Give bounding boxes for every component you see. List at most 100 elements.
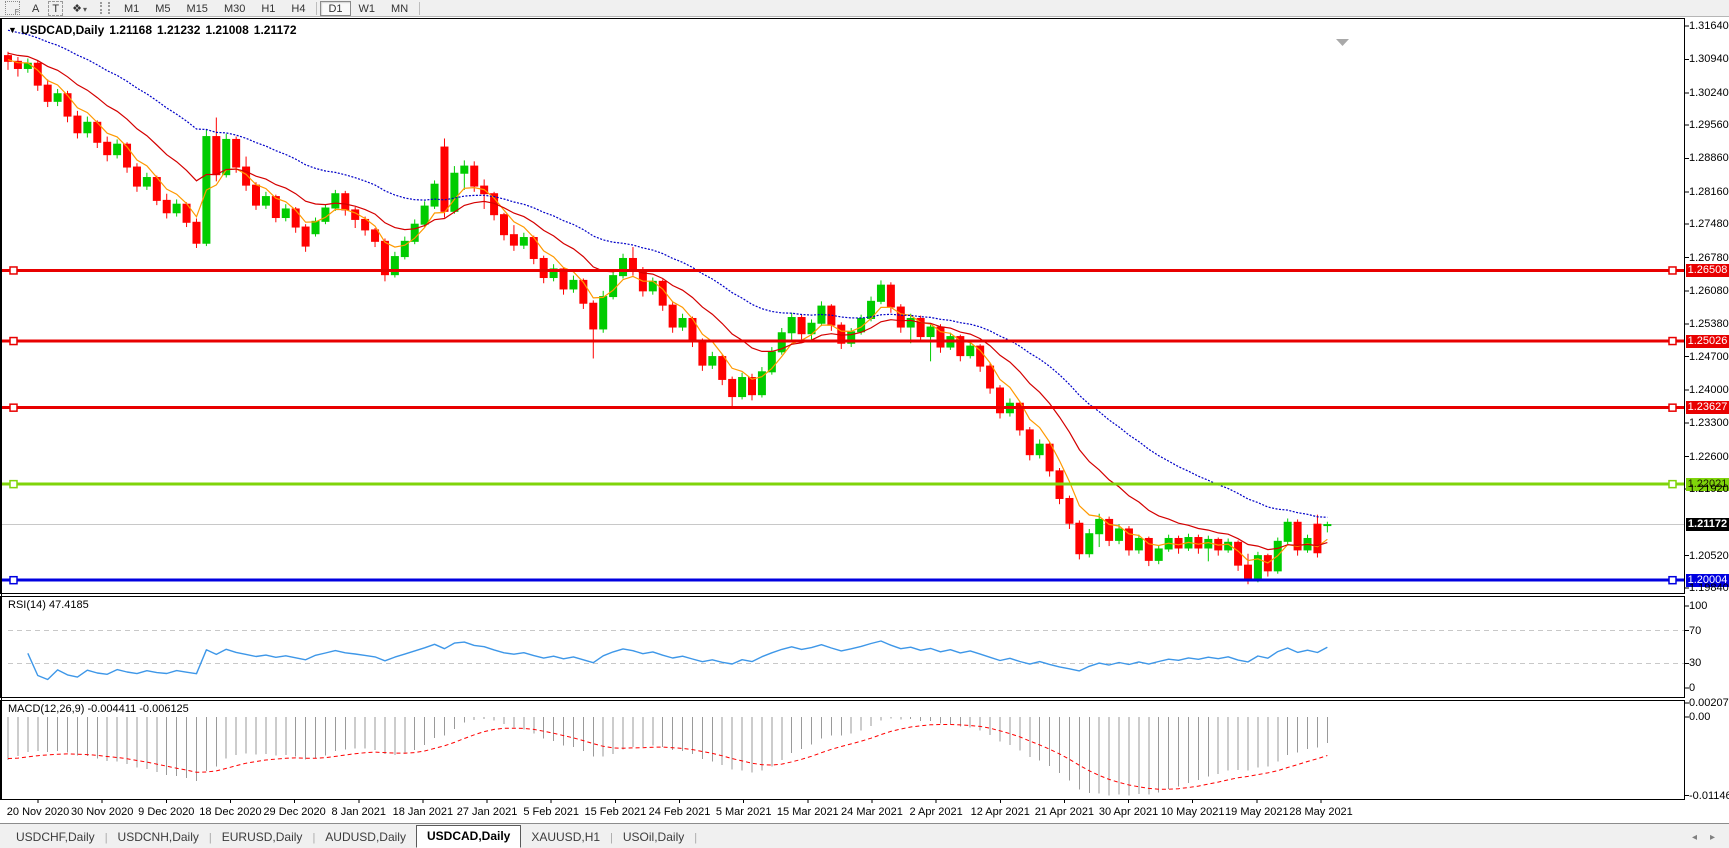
rsi-axis-label: 0 — [1689, 682, 1696, 694]
text-label-button[interactable]: A — [25, 1, 46, 16]
hline-handle[interactable] — [1668, 336, 1677, 346]
candle-body — [420, 205, 429, 225]
timeframe-button-M1[interactable]: M1 — [116, 1, 147, 16]
timeframe-button-D1[interactable]: D1 — [320, 0, 351, 16]
candle-body — [1035, 443, 1044, 456]
date-axis-label: 27 Jan 2021 — [456, 806, 518, 818]
candle-body — [539, 257, 548, 279]
date-axis-label: 28 May 2021 — [1289, 806, 1353, 818]
ohlc-high: 1.21232 — [157, 23, 201, 37]
candle-body — [728, 378, 737, 398]
price-axis-label: 1.27480 — [1689, 218, 1729, 231]
timeframe-button-H1[interactable]: H1 — [253, 1, 283, 16]
candle-body — [301, 226, 310, 247]
date-axis-label: 19 May 2021 — [1225, 806, 1289, 818]
tab-audusd-daily[interactable]: AUDUSD,Daily — [315, 827, 416, 848]
candle-body — [232, 138, 241, 168]
toolbar-anchor-icon: F — [5, 1, 20, 16]
candle-body — [589, 302, 598, 330]
tab-scroll-right-icon[interactable]: ▸ — [1710, 832, 1715, 843]
timeframe-button-MN[interactable]: MN — [383, 1, 416, 16]
rsi-label: RSI(14) 47.4185 — [8, 599, 89, 611]
candle-body — [1045, 443, 1054, 472]
candle-body — [1154, 548, 1163, 561]
toolbar: F A T ❖▾ M1 M5 M15 M30 H1 H4 D1 W1 MN — [0, 0, 1729, 17]
candle-body — [1194, 537, 1203, 549]
candle-body — [906, 317, 915, 328]
date-axis-label: 24 Feb 2021 — [648, 806, 711, 818]
price-axis-label: 1.20520 — [1689, 549, 1729, 562]
candle-body — [668, 304, 677, 328]
tab-eurusd-daily[interactable]: EURUSD,Daily — [212, 827, 313, 848]
hline-handle[interactable] — [9, 575, 18, 585]
date-axis-label: 8 Jan 2021 — [331, 806, 386, 818]
tab-usdcad-daily[interactable]: USDCAD,Daily — [415, 825, 522, 848]
candle-body — [986, 365, 995, 389]
candle-body — [579, 279, 588, 304]
timeframe-button-H4[interactable]: H4 — [283, 1, 313, 16]
candle-body — [470, 165, 479, 187]
hline-handle[interactable] — [1668, 266, 1677, 275]
textbox-button[interactable]: T — [48, 0, 64, 16]
date-axis-label: 30 Nov 2020 — [70, 806, 134, 818]
arrows-tool-button[interactable]: ❖▾ — [65, 1, 94, 16]
tab-usoil-daily[interactable]: USOil,Daily — [613, 827, 694, 848]
candle-body — [797, 317, 806, 335]
timeframe-button-M15[interactable]: M15 — [179, 1, 216, 16]
date-axis-label: 18 Dec 2020 — [199, 806, 262, 818]
timeframe-button-W1[interactable]: W1 — [351, 1, 384, 16]
candle-body — [1313, 523, 1322, 554]
hline-handle[interactable] — [1668, 479, 1677, 489]
price-axis-label: 1.29560 — [1689, 119, 1729, 132]
macd-label: MACD(12,26,9) -0.004411 -0.006125 — [8, 703, 189, 715]
tab-divider: | — [694, 832, 698, 844]
tab-usdchf-daily[interactable]: USDCHF,Daily — [6, 827, 105, 848]
price-axis-label: 1.30940 — [1689, 53, 1729, 66]
hline-handle[interactable] — [9, 336, 18, 346]
price-axis-label: 1.24000 — [1689, 383, 1729, 396]
hline-price-tag: 1.25026 — [1686, 334, 1729, 348]
date-axis-label: 12 Apr 2021 — [970, 806, 1030, 818]
price-axis-label: 1.25380 — [1689, 318, 1729, 331]
price-axis-label: 1.28160 — [1689, 185, 1729, 198]
chart-window[interactable]: ▼ USDCAD,Daily 1.21168 1.21232 1.21008 1.2117… — [0, 18, 1729, 823]
current-price-tag: 1.21172 — [1686, 518, 1729, 532]
timeframe-button-M30[interactable]: M30 — [216, 1, 253, 16]
candle-body — [440, 146, 449, 212]
hline-handle[interactable] — [9, 266, 18, 275]
date-axis-label: 21 Apr 2021 — [1034, 806, 1095, 818]
macd-axis-label: 0.002074 — [1689, 696, 1729, 709]
candle-body — [63, 93, 72, 117]
candle-body — [1244, 564, 1252, 580]
date-axis-label: 5 Mar 2021 — [715, 806, 772, 818]
price-axis-label: 1.24700 — [1689, 350, 1729, 363]
tab-scroll-left-icon[interactable]: ◂ — [1692, 832, 1697, 843]
hline-handle[interactable] — [9, 479, 18, 489]
hline-price-tag: 1.23627 — [1686, 401, 1729, 415]
timeframe-button-M5[interactable]: M5 — [147, 1, 178, 16]
hline-handle[interactable] — [1668, 575, 1677, 585]
chart-title-arrow-icon: ▼ — [8, 25, 17, 35]
candle-body — [738, 377, 747, 398]
date-axis-label: 2 Apr 2021 — [909, 806, 963, 818]
hline-handle[interactable] — [1668, 403, 1677, 412]
candle-body — [1283, 521, 1292, 542]
candle-body — [33, 62, 42, 86]
candle-body — [748, 377, 756, 396]
ohlc-low: 1.21008 — [205, 23, 249, 37]
tab-usdcnh-daily[interactable]: USDCNH,Daily — [108, 827, 209, 848]
candle-body — [698, 340, 707, 366]
candle-body — [83, 121, 92, 134]
candle-body — [460, 165, 469, 174]
candle-body — [331, 193, 340, 209]
tab-xauusd-h1[interactable]: XAUUSD,H1 — [521, 827, 610, 848]
hline-handle[interactable] — [9, 403, 18, 412]
candle-body — [876, 284, 885, 302]
date-axis-label: 9 Dec 2020 — [138, 806, 195, 818]
hline-price-tag: 1.26508 — [1686, 263, 1729, 277]
candle-body — [1174, 537, 1183, 549]
chart-title: ▼ USDCAD,Daily 1.21168 1.21232 1.21008 1.2117… — [8, 23, 297, 37]
price-axis-label: 1.26780 — [1689, 251, 1729, 264]
candle-body — [261, 196, 270, 206]
candle-body — [1025, 429, 1034, 456]
